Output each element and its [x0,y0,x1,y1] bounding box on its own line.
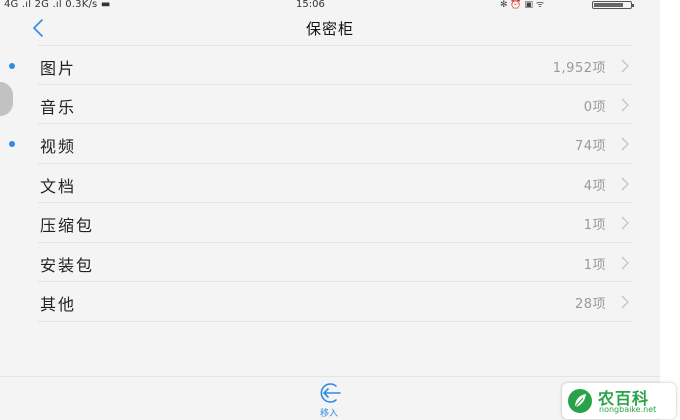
list-item[interactable]: 文档 4项 [38,164,632,203]
status-icons: ✻ ⏰ ▣ ᯤ [500,0,545,10]
new-indicator-dot [9,63,15,69]
status-bar: 4G .ıl 2G .ıl 0.3K/s ▬ 15:06 ✻ ⏰ ▣ ᯤ [0,0,660,10]
list-item-count: 74项 [574,139,606,154]
battery-fill [594,3,623,7]
category-list: 图片 1,952项 音乐 0项 视频 74项 文档 4项 压缩包 1项 安装包 1项 其他 28项 [0,45,660,322]
list-item[interactable]: 视频 74项 [9,124,632,164]
list-item-count: 4项 [583,178,606,194]
chevron-right-icon [621,59,629,73]
list-item-label: 安装包 [40,255,95,275]
list-item-count: 28项 [574,297,606,312]
list-item-label: 音乐 [40,97,77,117]
chevron-right-icon [621,177,629,190]
list-item[interactable]: 安装包 1项 [38,243,632,282]
watermark-url: nongbaike.net [599,405,657,414]
list-item-count: 1项 [583,218,606,233]
list-item[interactable]: 音乐 0项 [38,85,632,124]
list-item[interactable]: 图片 1,952项 [9,45,632,85]
list-item[interactable]: 压缩包 1项 [38,203,632,243]
list-item-label: 压缩包 [40,216,95,235]
screenshot-margin [660,0,680,420]
list-item-label: 文档 [40,176,77,196]
move-in-label: 移入 [319,409,338,419]
list-item-label: 图片 [40,59,77,78]
chevron-right-icon [621,216,629,230]
list-item-count: 1项 [583,257,606,273]
watermark-badge: 农百科 nongbaike.net [562,383,676,419]
list-item-label: 视频 [40,137,77,156]
status-time: 15:06 [296,0,325,10]
list-item-label: 其他 [40,295,77,314]
move-in-button[interactable]: 移入 [304,381,354,419]
leaf-logo-icon [568,389,592,413]
list-item[interactable]: 其他 28项 [38,282,632,322]
network-status: 4G .ıl 2G .ıl 0.3K/s ▬ [4,0,111,10]
page-title: 保密柜 [305,20,354,38]
phone-screen: 4G .ıl 2G .ıl 0.3K/s ▬ 15:06 ✻ ⏰ ▣ ᯤ 保密柜… [0,0,660,420]
new-indicator-dot [9,141,15,147]
chevron-right-icon [621,98,629,111]
list-item-count: 0项 [583,99,606,115]
chevron-right-icon [621,137,629,151]
nav-bar: 保密柜 [0,10,660,46]
move-in-icon [320,383,341,403]
battery-icon [592,1,634,9]
list-item-count: 1,952项 [552,61,606,76]
bottom-toolbar: 移入 [0,376,660,420]
chevron-right-icon [621,295,629,309]
chevron-right-icon [621,256,629,269]
